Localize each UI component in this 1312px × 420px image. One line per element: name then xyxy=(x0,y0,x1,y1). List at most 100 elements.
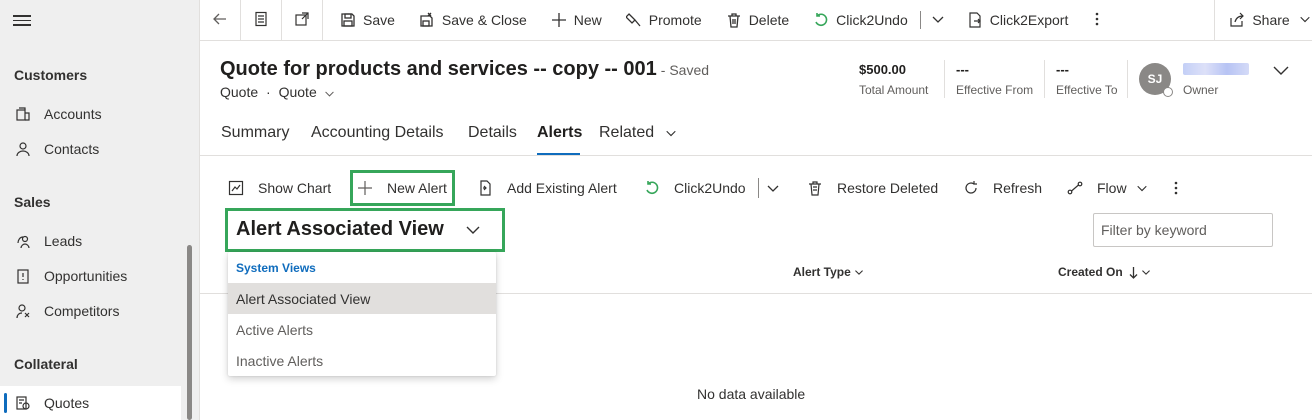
restore-deleted-label: Restore Deleted xyxy=(837,180,939,196)
sidebar-group-customers: Customers xyxy=(14,67,88,83)
sidebar-item-competitors[interactable]: Competitors xyxy=(0,294,181,328)
back-button[interactable] xyxy=(200,0,240,41)
click2undo-dropdown-button[interactable] xyxy=(931,0,945,41)
command-bar: Save Save & Close New Promote Delete Cli… xyxy=(200,0,1312,41)
more-commands-button[interactable] xyxy=(1094,0,1100,41)
sidebar-group-collateral: Collateral xyxy=(14,356,78,372)
divider xyxy=(322,0,323,41)
tab-related[interactable]: Related xyxy=(599,124,677,142)
promote-icon xyxy=(625,12,642,28)
header-field-effective-to: --- Effective To xyxy=(1056,62,1118,97)
sidebar-item-accounts[interactable]: Accounts xyxy=(0,97,181,131)
more-vertical-icon xyxy=(1174,181,1178,195)
click2undo-button[interactable]: Click2Undo xyxy=(813,0,908,41)
new-alert-highlight xyxy=(350,170,455,206)
field-label: Effective From xyxy=(956,83,1034,97)
click2export-button[interactable]: Click2Export xyxy=(967,0,1068,41)
share-button[interactable]: Share xyxy=(1229,0,1310,41)
chevron-down-icon xyxy=(767,185,779,192)
refresh-button[interactable]: Refresh xyxy=(963,174,1042,202)
record-subtitle: Quote · Quote xyxy=(220,84,335,100)
chevron-down-icon xyxy=(1141,270,1150,275)
save-icon xyxy=(340,12,356,28)
new-button[interactable]: New xyxy=(551,0,602,41)
undo-icon xyxy=(813,12,829,28)
flow-label: Flow xyxy=(1097,180,1127,196)
field-value: $500.00 xyxy=(859,62,906,77)
accounts-icon xyxy=(14,105,32,123)
new-label: New xyxy=(573,12,602,28)
share-icon xyxy=(1229,12,1245,28)
restore-deleted-button[interactable]: Restore Deleted xyxy=(807,174,938,202)
flow-icon xyxy=(1067,180,1083,196)
refresh-label: Refresh xyxy=(993,180,1043,196)
promote-button[interactable]: Promote xyxy=(625,0,702,41)
subgrid-click2undo-dropdown[interactable] xyxy=(766,174,780,202)
plus-icon xyxy=(551,12,567,28)
subgrid-click2undo-button[interactable]: Click2Undo xyxy=(644,174,746,202)
divider xyxy=(1214,0,1216,41)
form-icon xyxy=(253,11,269,30)
tab-summary[interactable]: Summary xyxy=(221,124,289,142)
show-chart-button[interactable]: Show Chart xyxy=(228,174,331,202)
click2undo-label: Click2Undo xyxy=(674,180,746,196)
competitors-icon xyxy=(14,302,32,320)
promote-label: Promote xyxy=(648,12,702,28)
header-field-total-amount: $500.00 Total Amount xyxy=(859,62,928,97)
sidebar-item-leads[interactable]: Leads xyxy=(0,224,181,258)
view-option-alert-associated[interactable]: Alert Associated View xyxy=(228,283,496,314)
add-existing-alert-button[interactable]: Add Existing Alert xyxy=(477,174,617,202)
show-chart-label: Show Chart xyxy=(258,180,332,196)
sort-descending-icon xyxy=(1129,266,1138,279)
column-header-label: Created On xyxy=(1058,265,1123,279)
entity-name: Quote xyxy=(220,84,259,100)
click2undo-label: Click2Undo xyxy=(836,12,908,28)
hamburger-menu-icon[interactable] xyxy=(13,12,31,28)
column-header-created-on[interactable]: Created On xyxy=(1058,265,1151,279)
subgrid-more-button[interactable] xyxy=(1173,174,1179,202)
flow-button[interactable]: Flow xyxy=(1067,174,1148,202)
trash-icon xyxy=(726,12,742,28)
filter-by-keyword-input[interactable] xyxy=(1093,213,1273,247)
view-option-inactive-alerts[interactable]: Inactive Alerts xyxy=(228,345,496,376)
column-header-label: Alert Type xyxy=(793,265,851,279)
form-selector[interactable]: Quote xyxy=(279,84,335,100)
sidebar: Customers Accounts Contacts Sales Leads … xyxy=(0,0,200,420)
quotes-icon xyxy=(14,394,32,412)
sidebar-item-label: Contacts xyxy=(44,141,100,157)
field-label: Owner xyxy=(1183,83,1219,97)
field-value: --- xyxy=(956,62,969,77)
tab-alerts[interactable]: Alerts xyxy=(537,124,582,142)
save-button[interactable]: Save xyxy=(340,0,395,41)
form-view-button[interactable] xyxy=(241,0,281,41)
column-header-alert-type[interactable]: Alert Type xyxy=(793,265,864,279)
sidebar-scrollbar[interactable] xyxy=(187,245,192,420)
form-name: Quote xyxy=(278,84,317,100)
chevron-down-icon xyxy=(931,12,945,29)
delete-label: Delete xyxy=(748,12,790,28)
view-option-active-alerts[interactable]: Active Alerts xyxy=(228,314,496,345)
open-new-window-button[interactable] xyxy=(282,0,322,41)
more-vertical-icon xyxy=(1094,11,1100,30)
no-data-message: No data available xyxy=(697,386,806,402)
header-field-owner: Owner xyxy=(1183,62,1218,97)
view-dropdown-menu: System Views Alert Associated View Activ… xyxy=(228,252,496,376)
sidebar-item-opportunities[interactable]: Opportunities xyxy=(0,259,181,293)
view-selector-highlight xyxy=(225,208,505,252)
field-label: Effective To xyxy=(1056,83,1118,97)
sidebar-item-label: Competitors xyxy=(44,303,120,319)
delete-button[interactable]: Delete xyxy=(726,0,789,41)
click2undo-split-divider xyxy=(758,174,759,202)
record-title-text: Quote for products and services -- copy … xyxy=(220,58,657,80)
save-close-button[interactable]: Save & Close xyxy=(419,0,527,41)
presence-status-icon xyxy=(1163,87,1173,97)
back-arrow-icon xyxy=(212,11,228,30)
chevron-down-icon xyxy=(1299,12,1311,28)
tab-details[interactable]: Details xyxy=(468,124,517,142)
tab-accounting-details[interactable]: Accounting Details xyxy=(311,124,444,142)
sidebar-group-sales: Sales xyxy=(14,194,51,210)
undo-icon xyxy=(644,180,660,196)
sidebar-item-quotes[interactable]: Quotes xyxy=(0,386,181,420)
expand-header-button[interactable] xyxy=(1272,63,1290,80)
sidebar-item-contacts[interactable]: Contacts xyxy=(0,132,181,166)
